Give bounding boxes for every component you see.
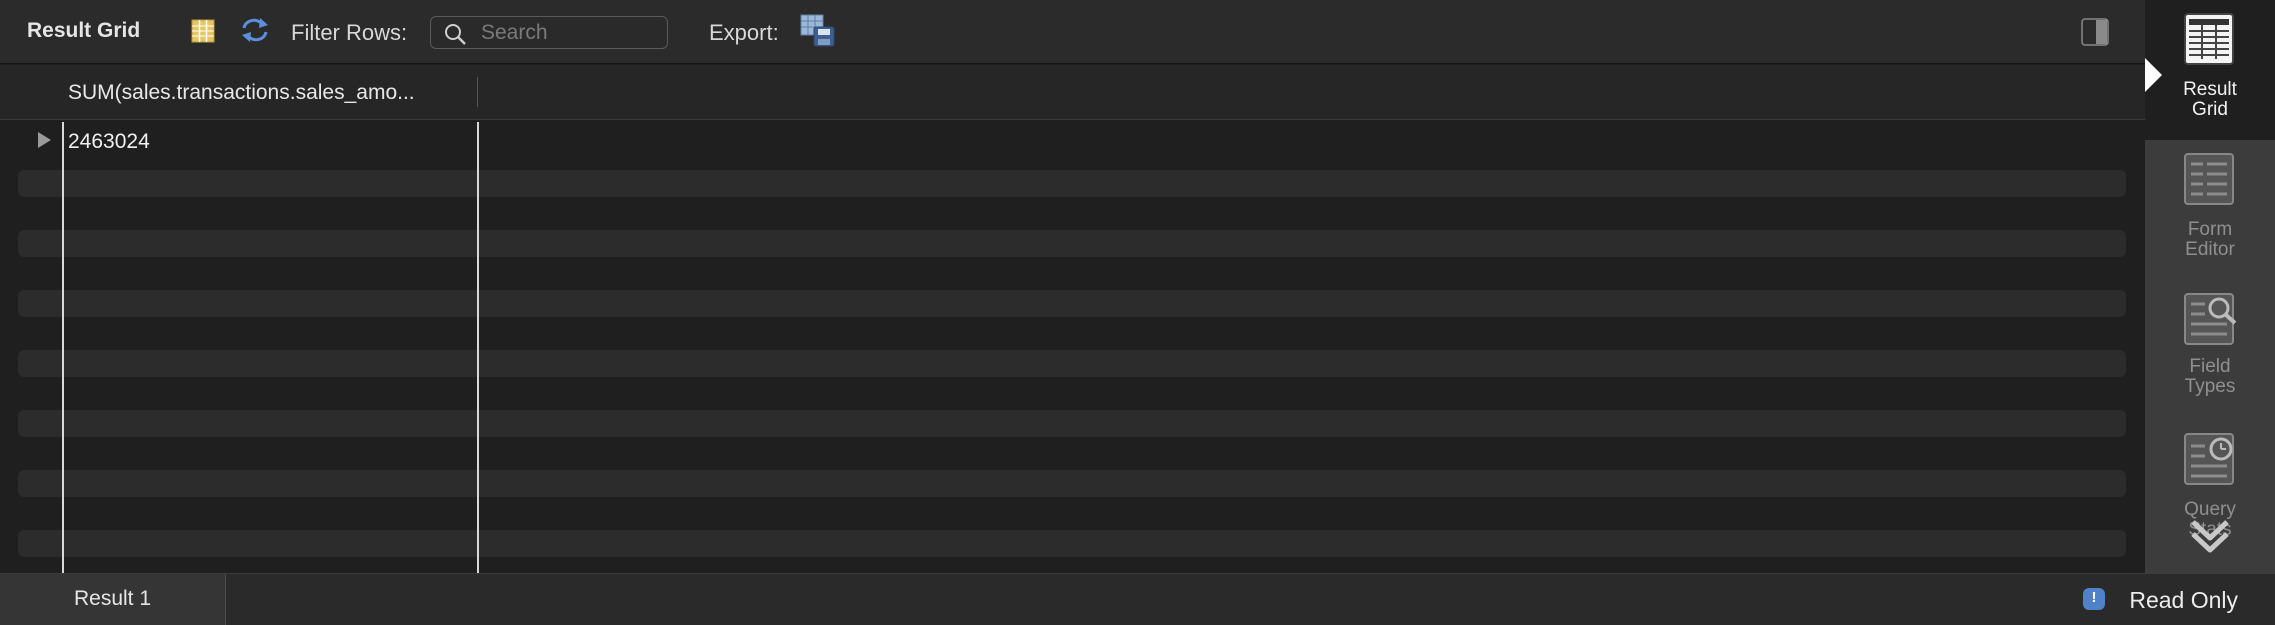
query-stats-icon — [2183, 432, 2239, 491]
table-cell[interactable]: 2463024 — [68, 130, 150, 154]
filter-rows-label: Filter Rows: — [291, 20, 408, 45]
table-row[interactable] — [18, 470, 2126, 497]
grid-body — [0, 120, 2145, 573]
table-row[interactable] — [18, 530, 2126, 557]
table-row[interactable] — [18, 170, 2126, 197]
row-header-divider — [62, 122, 64, 573]
table-row[interactable] — [18, 230, 2126, 257]
search-icon — [443, 22, 467, 51]
sidebar-item-label: Field Types — [2184, 356, 2236, 397]
scroll-down-chevron-icon[interactable] — [2187, 512, 2233, 563]
column-layout-icon[interactable] — [190, 18, 216, 49]
current-row-indicator-icon — [38, 132, 51, 148]
search-field[interactable] — [430, 16, 668, 49]
sidebar-item-result-grid[interactable]: Result Grid — [2145, 0, 2275, 140]
table-row[interactable] — [18, 410, 2126, 437]
tab-result-1[interactable]: Result 1 — [0, 574, 226, 625]
column-header[interactable]: SUM(sales.transactions.sales_amo... — [68, 81, 415, 105]
field-types-icon — [2183, 292, 2239, 351]
toggle-panel-icon[interactable] — [2081, 18, 2109, 51]
tab-label: Result 1 — [73, 587, 152, 610]
result-grid-icon — [2183, 12, 2235, 71]
sidebar-item-label: Result Grid — [2183, 79, 2237, 120]
panel-title: Result Grid — [27, 19, 141, 42]
table-row[interactable] — [18, 290, 2126, 317]
grid-header: SUM(sales.transactions.sales_amo... — [0, 65, 2145, 120]
view-sidebar: Result Grid Form Editor Field Types Quer… — [2145, 0, 2275, 573]
sidebar-item-field-types[interactable]: Field Types — [2145, 280, 2275, 420]
table-row[interactable] — [18, 350, 2126, 377]
export-label: Export: — [709, 20, 779, 45]
toolbar: Result Grid Filter Rows: Search Export: — [0, 0, 2145, 64]
result-grid: SUM(sales.transactions.sales_amo... 2463… — [0, 65, 2145, 573]
refresh-icon[interactable] — [240, 16, 270, 49]
column-divider[interactable] — [477, 77, 478, 107]
info-icon — [2083, 588, 2105, 610]
sidebar-item-label: Form Editor — [2185, 219, 2235, 260]
column-divider[interactable] — [477, 122, 479, 573]
sidebar-item-form-editor[interactable]: Form Editor — [2145, 140, 2275, 280]
export-icon[interactable] — [800, 14, 836, 53]
result-grid-panel: Result Grid Filter Rows: Search Export: … — [0, 0, 2275, 625]
search-input[interactable] — [481, 20, 661, 46]
form-editor-icon — [2183, 152, 2235, 211]
read-only-status: Read Only — [2129, 587, 2238, 613]
result-tabs-bar: Result 1 Read Only — [0, 573, 2275, 625]
